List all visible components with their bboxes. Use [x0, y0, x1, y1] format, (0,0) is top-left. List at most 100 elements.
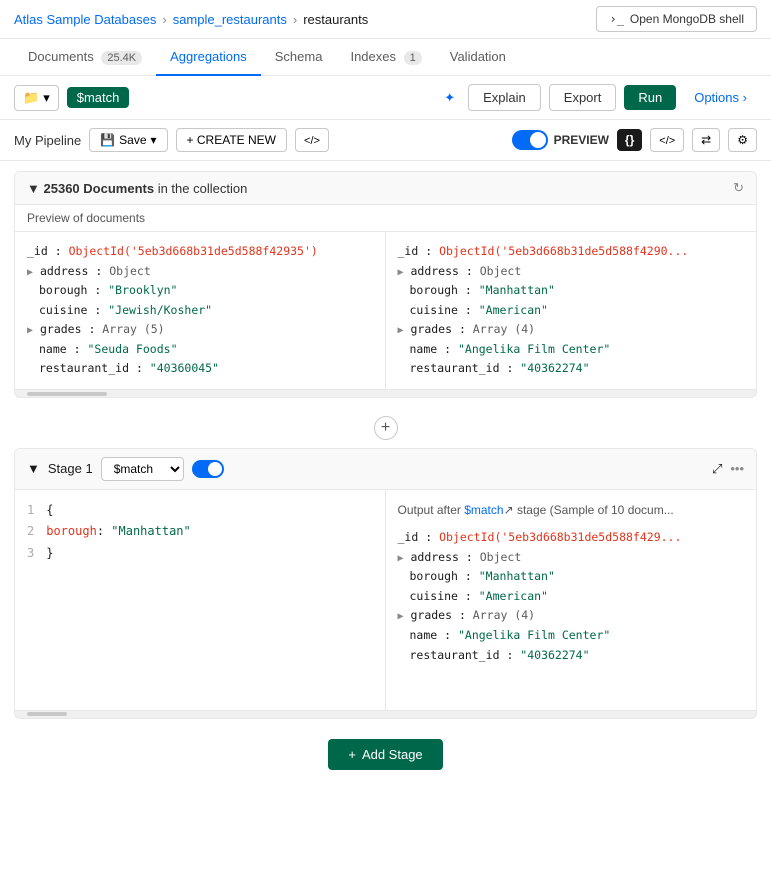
- scrollbar-thumb: [27, 392, 107, 396]
- dropdown-icon: ▾: [43, 90, 50, 106]
- doc2-address-row: ▶ address : Object: [398, 262, 745, 282]
- output-doc-grades: ▶ grades : Array (4): [398, 606, 745, 626]
- stage-toggle[interactable]: [192, 460, 224, 478]
- gear-button[interactable]: ⚙: [728, 128, 757, 152]
- docs-subheader: Preview of documents: [15, 205, 756, 232]
- pipeline-label: My Pipeline: [14, 133, 81, 148]
- editor-line-3: 3}: [27, 543, 373, 565]
- output-doc-name: name : "Angelika Film Center": [398, 626, 745, 646]
- double-arrow-button[interactable]: ⇄: [692, 128, 720, 152]
- create-new-button[interactable]: + CREATE NEW: [176, 128, 287, 152]
- stage-tag: $match: [67, 87, 130, 108]
- output-doc-cuisine: cuisine : "American": [398, 587, 745, 607]
- sparkle-icon[interactable]: ✦: [439, 85, 460, 111]
- export-button[interactable]: Export: [549, 84, 617, 111]
- stage-editor[interactable]: 1{ 2borough: "Manhattan" 3}: [15, 490, 386, 710]
- stage-scrollbar[interactable]: [15, 710, 756, 718]
- collapse-icon[interactable]: ▼: [27, 181, 40, 196]
- open-shell-label: Open MongoDB shell: [630, 12, 744, 26]
- stage-collapse-icon[interactable]: ▼: [27, 461, 40, 476]
- breadcrumb-collection: restaurants: [303, 12, 368, 27]
- top-bar: Atlas Sample Databases › sample_restaura…: [0, 0, 771, 39]
- output-title: Output after $match↗ stage (Sample of 10…: [398, 500, 745, 520]
- output-doc-borough: borough : "Manhattan": [398, 567, 745, 587]
- stage-header: ▼ Stage 1 $match $group $project $sort $…: [15, 449, 756, 490]
- doc1-cuisine-row: cuisine : "Jewish/Kosher": [27, 301, 373, 321]
- run-button[interactable]: Run: [624, 85, 676, 110]
- gear-icon: ⚙: [737, 133, 748, 147]
- doc-card-1: _id : ObjectId('5eb3d668b31de5d588f42935…: [15, 232, 386, 389]
- doc1-id-row: _id : ObjectId('5eb3d668b31de5d588f42935…: [27, 242, 373, 262]
- stage-header-right: ⤢ •••: [712, 461, 744, 477]
- tab-validation[interactable]: Validation: [436, 39, 520, 76]
- editor-line-2: 2borough: "Manhattan": [27, 521, 373, 543]
- add-stage-row: +: [0, 408, 771, 448]
- tab-indexes[interactable]: Indexes 1: [336, 39, 435, 76]
- doc2-rid-row: restaurant_id : "40362274": [398, 359, 745, 379]
- doc1-borough-row: borough : "Brooklyn": [27, 281, 373, 301]
- stage-scrollbar-thumb: [27, 712, 67, 716]
- tab-aggregations[interactable]: Aggregations: [156, 39, 261, 76]
- stage-content: 1{ 2borough: "Manhattan" 3} Output after…: [15, 490, 756, 710]
- doc2-oid: ObjectId('5eb3d668b31de5d588f4290...: [439, 244, 688, 258]
- editor-line-1: 1{: [27, 500, 373, 522]
- doc2-id-row: _id : ObjectId('5eb3d668b31de5d588f4290.…: [398, 242, 745, 262]
- tab-documents-badge: 25.4K: [101, 51, 142, 65]
- braces-button[interactable]: {}: [617, 129, 642, 151]
- arrow-icon: </>: [659, 135, 675, 147]
- toolbar-right: ✦ Explain Export Run Options ›: [439, 84, 757, 111]
- docs-scrollbar[interactable]: [15, 389, 756, 397]
- options-button[interactable]: Options ›: [684, 85, 757, 110]
- stage-header-left: ▼ Stage 1 $match $group $project $sort $…: [27, 457, 224, 481]
- add-stage-button[interactable]: + Add Stage: [328, 739, 442, 770]
- output-title-suffix: stage (Sample of 10 docum...: [514, 503, 674, 517]
- doc2-cuisine-row: cuisine : "American": [398, 301, 745, 321]
- output-doc-address: ▶ address : Object: [398, 548, 745, 568]
- nav-tabs: Documents 25.4K Aggregations Schema Inde…: [0, 39, 771, 76]
- output-title-prefix: Output after: [398, 503, 465, 517]
- preview-toggle[interactable]: PREVIEW: [512, 130, 609, 150]
- breadcrumb-sep-1: ›: [162, 12, 166, 27]
- expand-icon[interactable]: ⤢: [712, 461, 722, 477]
- arrow-button[interactable]: </>: [650, 128, 684, 152]
- doc2-borough-row: borough : "Manhattan": [398, 281, 745, 301]
- folder-button[interactable]: 📁 ▾: [14, 85, 59, 111]
- docs-title: ▼ 25360 Documents in the collection: [27, 181, 247, 196]
- breadcrumb-sep-2: ›: [293, 12, 297, 27]
- open-shell-button[interactable]: ›_ Open MongoDB shell: [596, 6, 757, 32]
- tab-indexes-badge: 1: [404, 51, 422, 65]
- code-button[interactable]: </>: [295, 128, 329, 152]
- preview-of-docs-label: Preview of documents: [27, 211, 145, 225]
- output-doc-id: _id : ObjectId('5eb3d668b31de5d588f429..…: [398, 528, 745, 548]
- pipeline-row: My Pipeline 💾 Save ▾ + CREATE NEW </> PR…: [0, 120, 771, 161]
- breadcrumb-db[interactable]: sample_restaurants: [173, 12, 287, 27]
- breadcrumb-atlas[interactable]: Atlas Sample Databases: [14, 12, 156, 27]
- more-icon[interactable]: •••: [730, 461, 744, 476]
- doc-card-2: _id : ObjectId('5eb3d668b31de5d588f4290.…: [386, 232, 757, 389]
- doc1-address-row: ▶ address : Object: [27, 262, 373, 282]
- tab-documents[interactable]: Documents 25.4K: [14, 39, 156, 76]
- toolbar: 📁 ▾ $match ✦ Explain Export Run Options …: [0, 76, 771, 120]
- docs-header: ▼ 25360 Documents in the collection ↻: [15, 172, 756, 205]
- output-match-link[interactable]: $match: [464, 503, 503, 517]
- toggle-control[interactable]: [512, 130, 548, 150]
- refresh-icon[interactable]: ↻: [733, 180, 744, 196]
- add-stage-circle-button[interactable]: +: [374, 416, 398, 440]
- chevron-right-icon: ›: [743, 90, 747, 105]
- add-stage-label: Add Stage: [362, 747, 423, 762]
- double-arrow-icon: ⇄: [701, 133, 711, 147]
- doc-count: 25360: [44, 181, 80, 196]
- stage-select[interactable]: $match $group $project $sort $limit $loo…: [101, 457, 184, 481]
- doc1-name-row: name : "Seuda Foods": [27, 340, 373, 360]
- create-new-label: + CREATE NEW: [187, 133, 276, 147]
- pipeline-left: My Pipeline 💾 Save ▾ + CREATE NEW </>: [14, 128, 329, 152]
- code-icon: </>: [304, 135, 320, 147]
- tab-aggregations-label: Aggregations: [170, 49, 247, 64]
- save-button[interactable]: 💾 Save ▾: [89, 128, 167, 152]
- explain-button[interactable]: Explain: [468, 84, 541, 111]
- tab-schema[interactable]: Schema: [261, 39, 337, 76]
- stage-panel: ▼ Stage 1 $match $group $project $sort $…: [14, 448, 757, 719]
- folder-icon: 📁: [23, 90, 39, 106]
- doc-collection-suffix: in the collection: [158, 181, 248, 196]
- tab-documents-label: Documents: [28, 49, 94, 64]
